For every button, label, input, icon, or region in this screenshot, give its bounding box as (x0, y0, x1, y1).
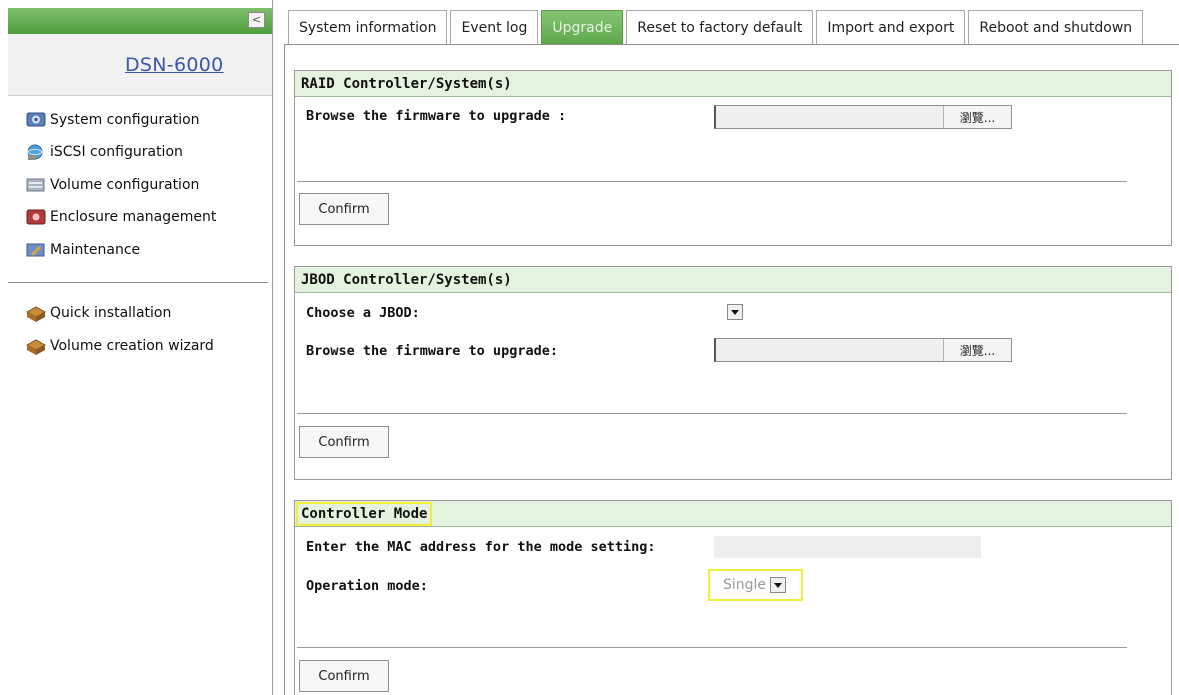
volume-config-icon (25, 175, 47, 195)
section-title: Controller Mode (295, 501, 433, 526)
sidebar: < DSN-6000 System configuration iSCSI co… (8, 0, 273, 695)
jbod-confirm-button[interactable]: Confirm (299, 426, 389, 458)
maintenance-icon (25, 240, 47, 260)
tab-event-log[interactable]: Event log (450, 10, 539, 44)
controller-mode-header: Controller Mode (295, 501, 1171, 527)
sidebar-item-maintenance[interactable]: Maintenance (25, 237, 140, 263)
sidebar-divider (8, 282, 268, 283)
wizard-icon (25, 336, 47, 356)
jbod-browse-label: Browse the firmware to upgrade: (306, 343, 558, 359)
chevron-down-icon[interactable] (770, 577, 787, 593)
jbod-browse-button[interactable]: 瀏覽... (943, 339, 1011, 361)
operation-mode-label: Operation mode: (306, 578, 428, 594)
section-title: RAID Controller/System(s) (301, 75, 512, 92)
sidebar-item-label: Volume configuration (50, 177, 200, 193)
sidebar-item-iscsi-configuration[interactable]: iSCSI configuration (25, 139, 183, 165)
jbod-select[interactable] (727, 304, 743, 320)
raid-controller-section: RAID Controller/System(s) Browse the fir… (294, 70, 1172, 246)
sidebar-item-label: iSCSI configuration (50, 144, 183, 160)
raid-browse-label: Browse the firmware to upgrade : (306, 108, 567, 124)
controller-confirm-button[interactable]: Confirm (299, 660, 389, 692)
tab-reset-to-factory-default[interactable]: Reset to factory default (626, 10, 814, 44)
raid-confirm-button[interactable]: Confirm (299, 193, 389, 225)
sidebar-item-label: Enclosure management (50, 209, 217, 225)
tab-system-information[interactable]: System information (288, 10, 448, 44)
tab-upgrade[interactable]: Upgrade (541, 10, 624, 44)
collapse-sidebar-button[interactable]: < (248, 12, 265, 28)
sidebar-item-label: Volume creation wizard (50, 338, 214, 354)
product-logo-link[interactable]: DSN-6000 (125, 54, 224, 76)
controller-mode-section: Controller Mode Enter the MAC address fo… (294, 500, 1172, 695)
jbod-section-header: JBOD Controller/System(s) (295, 267, 1171, 293)
sidebar-item-volume-configuration[interactable]: Volume configuration (25, 172, 199, 198)
section-title: JBOD Controller/System(s) (301, 271, 512, 288)
mac-address-input[interactable] (714, 536, 981, 558)
content-left-border (284, 44, 285, 695)
quick-install-icon (25, 303, 47, 323)
operation-mode-value: Single (723, 577, 767, 593)
section-separator (297, 413, 1127, 414)
jbod-firmware-file-input[interactable]: 瀏覽... (714, 338, 1012, 362)
system-config-icon (25, 110, 47, 130)
sidebar-item-volume-creation-wizard[interactable]: Volume creation wizard (25, 333, 214, 359)
content-top-border (284, 44, 1179, 45)
sidebar-item-label: Quick installation (50, 305, 172, 321)
sidebar-header: < (8, 8, 273, 34)
sidebar-item-quick-installation[interactable]: Quick installation (25, 300, 171, 326)
operation-mode-select[interactable]: Single (708, 569, 803, 601)
raid-firmware-file-input[interactable]: 瀏覽... (714, 105, 1012, 129)
section-separator (297, 647, 1127, 648)
mac-address-label: Enter the MAC address for the mode setti… (306, 539, 656, 555)
sidebar-item-label: System configuration (50, 112, 200, 128)
tab-import-and-export[interactable]: Import and export (816, 10, 966, 44)
tab-reboot-and-shutdown[interactable]: Reboot and shutdown (968, 10, 1144, 44)
raid-section-header: RAID Controller/System(s) (295, 71, 1171, 97)
raid-browse-button[interactable]: 瀏覽... (943, 106, 1011, 128)
chevron-down-icon[interactable] (727, 304, 743, 320)
sidebar-right-border (272, 0, 273, 695)
section-separator (297, 181, 1127, 182)
iscsi-config-icon (25, 142, 47, 162)
sidebar-item-system-configuration[interactable]: System configuration (25, 107, 200, 133)
jbod-controller-section: JBOD Controller/System(s) Choose a JBOD:… (294, 266, 1172, 480)
sidebar-item-enclosure-management[interactable]: Enclosure management (25, 204, 216, 230)
tab-bar: System information Event log Upgrade Res… (288, 10, 1146, 44)
logo-area: DSN-6000 (8, 34, 273, 96)
enclosure-icon (25, 207, 47, 227)
sidebar-item-label: Maintenance (50, 242, 141, 258)
choose-jbod-label: Choose a JBOD: (306, 305, 420, 321)
